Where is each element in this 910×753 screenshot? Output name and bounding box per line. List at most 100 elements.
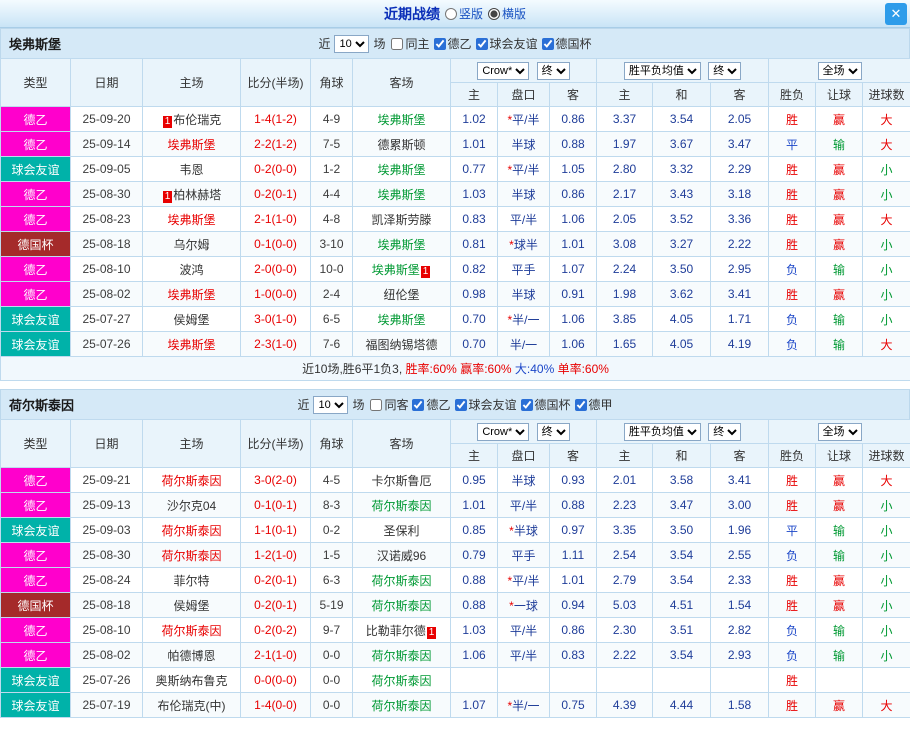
match-row: 德乙 25-09-13 沙尔克04 0-1(0-1) 8-3 荷尔斯泰因 1.01 平/半 0.… [0,492,910,518]
result-goals: 小 [862,281,910,307]
home-team: 埃弗斯堡 [142,281,241,307]
filter-checkbox[interactable] [412,398,425,411]
filter-同主[interactable]: 同主 [391,35,430,52]
result-handicap: 输 [815,331,864,357]
scope-select[interactable]: 全场 [817,422,862,441]
team-name: 波鸿 [179,262,204,277]
away-team: 埃弗斯堡 [352,106,451,132]
filter-label: 德乙 [447,37,472,51]
league-badge: 德乙 [0,617,71,643]
filter-checkbox[interactable] [370,398,383,411]
close-button[interactable]: ✕ [885,3,907,25]
asia-handicap: 平/半 [497,206,550,232]
filter-球会友谊[interactable]: 球会友谊 [454,396,517,413]
corner-count: 2-4 [310,281,353,307]
asia-home-odds: 1.01 [450,492,498,518]
home-team: 荷尔斯泰因 [142,542,241,568]
team-name: 荷尔斯泰因 [371,598,432,613]
asia-away-odds: 0.75 [548,692,598,718]
europe-odds-select[interactable]: 胜平负均值 [623,61,701,80]
filter-label: 同客 [384,398,409,412]
filter-德乙[interactable]: 德乙 [433,35,472,52]
match-row: 德国杯 25-08-18 乌尔姆 0-1(0-0) 3-10 埃弗斯堡 0.81 *球半 1.0… [0,231,910,257]
filter-checkbox[interactable] [541,37,554,50]
filter-checkbox[interactable] [574,398,587,411]
result-handicap: 赢 [815,106,864,132]
asia-handicap: 平手 [497,256,550,282]
col-asia-home: 主 [450,82,498,107]
home-team: 沙尔克04 [142,492,241,518]
result-goals: 大 [862,106,910,132]
col-score: 比分(半场) [240,419,311,468]
result-handicap: 赢 [815,231,864,257]
col-euro-home: 主 [596,82,654,107]
filter-德乙[interactable]: 德乙 [412,396,451,413]
result-goals: 大 [862,692,910,718]
near-label: 近 [318,37,331,51]
match-date: 25-08-30 [70,181,143,207]
euro-draw-odds: 4.05 [652,306,712,332]
page-title: 近期战绩 [383,5,440,22]
team-name: 荷尔斯泰因 [371,698,432,713]
horizontal-radio[interactable] [488,7,500,20]
filter-德甲[interactable]: 德甲 [574,396,613,413]
filter-德国杯[interactable]: 德国杯 [541,35,592,52]
col-euro-draw: 和 [652,443,712,468]
team-name: 荷尔斯泰因 [371,498,432,513]
col-score: 比分(半场) [240,58,311,107]
europe-stage-select[interactable]: 终 [708,61,742,80]
europe-odds-select[interactable]: 胜平负均值 [623,422,701,441]
league-badge: 德国杯 [0,592,71,618]
view-option-horizontal[interactable]: 横版 [488,5,526,22]
euro-home-odds: 2.23 [596,492,654,518]
odds-company-select[interactable]: Crow* [477,61,530,80]
asia-away-odds: 0.94 [548,592,598,618]
filter-球会友谊[interactable]: 球会友谊 [475,35,538,52]
team-name: 埃弗斯堡 [167,337,216,352]
filter-checkbox[interactable] [433,37,446,50]
vertical-radio[interactable] [444,7,457,20]
asia-handicap: 平/半 [497,492,550,518]
match-row: 球会友谊 25-07-26 奥斯纳布鲁克 0-0(0-0) 0-0 荷尔斯泰因 胜 [0,667,910,693]
asia-handicap: *平/半 [497,567,550,593]
home-team: 1 柏林赫塔 [142,181,241,207]
euro-away-odds: 2.82 [710,617,770,643]
team-name: 埃弗斯堡 [377,112,426,127]
match-count-select[interactable]: 10 [334,34,370,53]
odds-stage-select[interactable]: 终 [536,61,570,80]
filter-bar: 近 10 场 同客 德乙 球会友谊 德国杯 德甲 [1,395,909,414]
summary-part: 单率:60% [554,362,609,376]
filter-同客[interactable]: 同客 [370,396,408,413]
filter-德国杯[interactable]: 德国杯 [520,396,571,413]
col-type: 类型 [0,419,71,468]
scope-select[interactable]: 全场 [817,61,862,80]
view-option-vertical[interactable]: 竖版 [444,5,483,22]
league-badge: 德乙 [0,256,71,282]
europe-stage-select[interactable]: 终 [708,422,742,441]
corner-count: 0-0 [310,667,353,693]
result-outcome: 负 [768,642,817,668]
result-goals: 小 [862,642,910,668]
odds-company-select[interactable]: Crow* [477,422,530,441]
result-handicap: 赢 [815,592,864,618]
filter-checkbox[interactable] [520,398,533,411]
match-row: 德乙 25-08-30 荷尔斯泰因 1-2(1-0) 1-5 汉诺威96 0.79 平手 1.1… [0,542,910,568]
asia-handicap: 平/半 [497,617,550,643]
asia-home-odds: 0.81 [450,231,498,257]
col-away: 客场 [352,58,451,107]
match-count-select[interactable]: 10 [313,395,349,414]
filter-label: 球会友谊 [489,37,538,51]
filter-checkbox[interactable] [391,37,404,50]
corner-count: 0-2 [310,517,353,543]
euro-draw-odds: 3.43 [652,181,712,207]
asia-home-odds: 1.01 [450,131,498,157]
match-row: 德乙 25-08-02 埃弗斯堡 1-0(0-0) 2-4 纽伦堡 0.98 半球 0.91 1.… [0,281,910,307]
filter-checkbox[interactable] [475,37,488,50]
star-mark: * [509,237,514,252]
asia-odds-group: Crow* 终 [449,58,598,83]
match-date: 25-08-24 [70,567,143,593]
star-mark: * [507,312,513,327]
filter-checkbox[interactable] [454,398,467,411]
match-date: 25-08-30 [70,542,143,568]
odds-stage-select[interactable]: 终 [536,422,570,441]
